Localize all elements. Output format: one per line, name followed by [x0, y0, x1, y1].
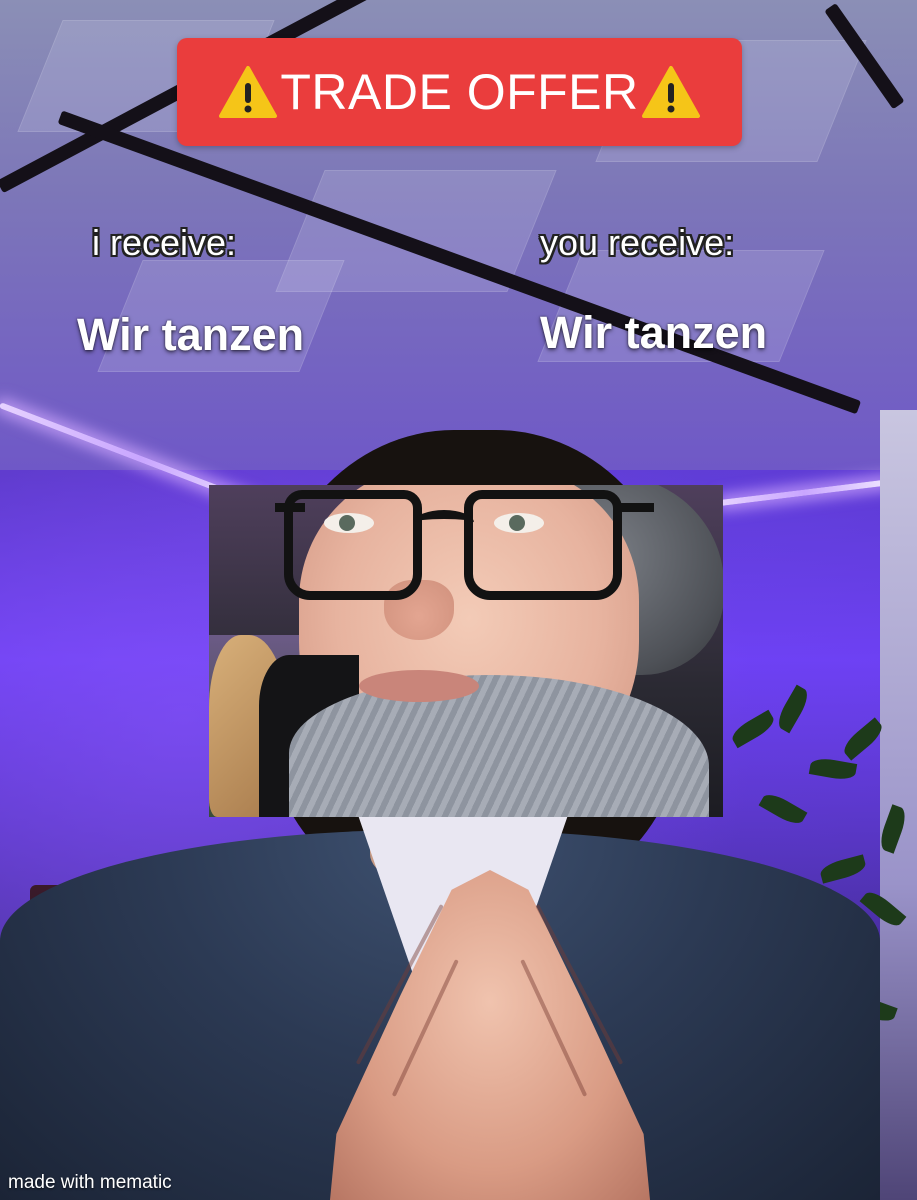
- warning-triangle-icon: [219, 66, 278, 118]
- warning-triangle-icon: [641, 66, 700, 118]
- wall-corner: [880, 410, 917, 1200]
- scarf: [289, 675, 709, 817]
- meme-image: TRADE OFFER i receive: you receive: Wir …: [0, 0, 917, 1200]
- i-receive-item: Wir tanzen: [77, 309, 305, 360]
- glasses-right-lens: [464, 490, 622, 600]
- trade-offer-title: TRADE OFFER: [280, 64, 639, 120]
- mouth: [359, 670, 479, 702]
- led-light-strip: [719, 479, 890, 506]
- i-receive-label: i receive:: [92, 222, 237, 263]
- you-receive-label: you receive:: [540, 222, 735, 263]
- pasted-face-photo: [209, 485, 723, 817]
- glasses-bridge: [414, 510, 474, 535]
- trade-offer-banner: TRADE OFFER: [177, 38, 742, 146]
- you-receive-item: Wir tanzen: [540, 307, 768, 358]
- watermark: made with mematic: [8, 1172, 172, 1193]
